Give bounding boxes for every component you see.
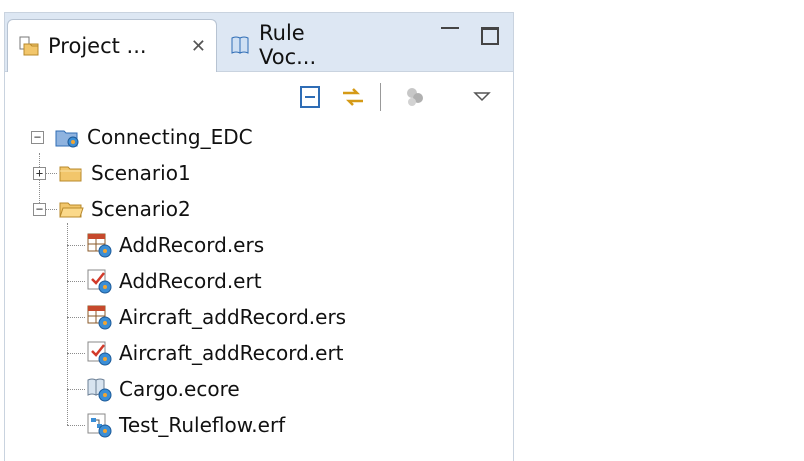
tab-label: Rule Voc...	[259, 21, 317, 69]
tree-item-file[interactable]: Aircraft_addRecord.ert	[85, 335, 344, 371]
rule-set-icon	[87, 305, 112, 330]
tree-connector	[67, 389, 85, 390]
tree-connector	[67, 223, 68, 425]
collapse-toggle[interactable]: −	[33, 203, 46, 216]
tree-item-file[interactable]: Test_Ruleflow.erf	[85, 407, 285, 443]
tree-connector	[67, 425, 85, 426]
tree-item-file[interactable]: AddRecord.ers	[85, 227, 264, 263]
tree-item-file[interactable]: Aircraft_addRecord.ers	[85, 299, 346, 335]
window-controls	[441, 27, 499, 45]
open-folder-icon	[59, 202, 84, 218]
tree-connector	[67, 317, 85, 318]
view-menu-icon[interactable]	[469, 83, 497, 111]
vocabulary-icon	[87, 378, 112, 402]
tree-item-label: Cargo.ecore	[119, 377, 240, 401]
tree-item-label: Test_Ruleflow.erf	[119, 413, 286, 437]
tree-connector	[67, 245, 85, 246]
tree-connector	[67, 281, 85, 282]
folder-icon	[59, 166, 82, 182]
tree-item-label: AddRecord.ers	[119, 233, 265, 257]
tree-item-label: Aircraft_addRecord.ers	[119, 305, 347, 329]
tree-item-label: Scenario1	[91, 161, 191, 185]
tree-item-folder[interactable]: Scenario1	[57, 155, 191, 191]
ruleflow-icon	[87, 413, 112, 438]
tab-project-explorer[interactable]: Project ... ✕	[7, 19, 217, 72]
tree-item-label: Connecting_EDC	[87, 125, 253, 149]
project-explorer-panel: Project ... ✕ Rule Voc... − Connecting_E…	[4, 12, 514, 461]
tab-label: Project ...	[48, 34, 147, 58]
tree-item-folder[interactable]: Scenario2	[57, 191, 191, 227]
expand-toggle[interactable]: +	[33, 167, 46, 180]
book-icon	[231, 36, 249, 54]
toolbar-separator	[380, 83, 381, 111]
filter-icon[interactable]	[401, 83, 429, 111]
maximize-icon[interactable]	[481, 27, 499, 45]
tree-item-label: AddRecord.ert	[119, 269, 262, 293]
tree-connector	[67, 353, 85, 354]
rule-test-icon	[87, 341, 112, 366]
project-explorer-icon	[19, 36, 39, 56]
tab-rule-vocabulary[interactable]: Rule Voc...	[219, 19, 369, 71]
tree-item-label: Aircraft_addRecord.ert	[119, 341, 344, 365]
collapse-all-icon[interactable]	[297, 83, 325, 111]
rule-test-icon	[87, 269, 112, 294]
tree-item-root[interactable]: Connecting_EDC	[53, 119, 253, 155]
tree-item-label: Scenario2	[91, 197, 191, 221]
close-icon[interactable]: ✕	[191, 36, 206, 57]
tree-item-file[interactable]: Cargo.ecore	[85, 371, 240, 407]
view-toolbar	[5, 79, 513, 117]
view-tab-bar: Project ... ✕ Rule Voc...	[5, 13, 513, 72]
tree-connector	[45, 173, 57, 174]
rule-set-icon	[87, 233, 112, 258]
link-with-editor-icon[interactable]	[339, 83, 367, 111]
minimize-icon[interactable]	[441, 27, 459, 29]
collapse-toggle[interactable]: −	[31, 131, 44, 144]
project-folder-icon	[55, 130, 79, 148]
tree-item-file[interactable]: AddRecord.ert	[85, 263, 262, 299]
tree-connector	[45, 209, 57, 210]
